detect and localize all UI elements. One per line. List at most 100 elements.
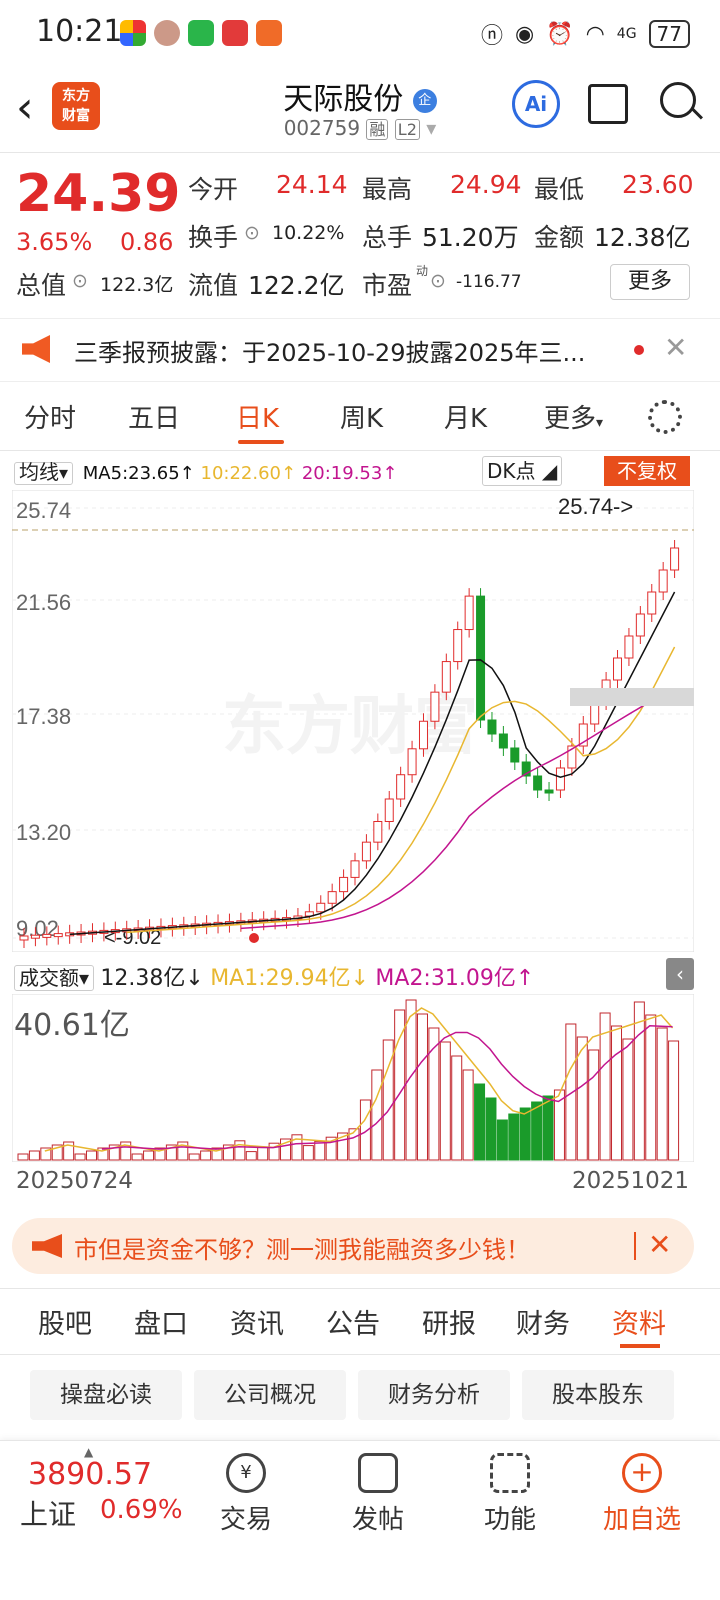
more-button[interactable]: 更多 [610,264,690,300]
open-label: 今开 [188,175,239,204]
close-icon[interactable]: ✕ [648,1228,671,1261]
candle-body [658,569,668,593]
volume-bar [17,1153,29,1161]
volume-bar [508,1113,520,1161]
tab-profile[interactable]: 资料 [612,1302,666,1341]
volume-bar [234,1140,246,1161]
collapse-side-icon[interactable]: ‹ [666,958,694,990]
battery-icon: 77 [648,20,690,48]
avatar-notification-icon [154,20,180,46]
financing-ad-banner[interactable]: 市但是资金不够？测一测我能融资多少钱！ ✕ [12,1218,694,1274]
volume-ma1: MA1:29.94亿↓ [210,966,370,991]
volume-bar [565,1023,577,1161]
low-label: 最低 [534,175,585,204]
volume-bar [462,1069,474,1161]
volume-bar [474,1083,486,1161]
trade-label: 交易 [219,1505,272,1535]
trade-button[interactable]: ¥ 交易 [186,1453,306,1536]
turnover-value: 10.22% [272,222,345,244]
amount-value: 12.38亿 [594,223,691,252]
volume-max-label: 40.61亿 [14,1008,130,1043]
volume-label: 总手 [362,223,413,252]
volume-bar [314,1140,326,1161]
status-bar: 10:21 ⓝ ◉ ⏰ ◠ 4G 77 [0,0,720,68]
alarm-icon: ⏰ [546,21,574,47]
megaphone-icon [32,1234,62,1258]
chip-financial-analysis[interactable]: 财务分析 [358,1370,510,1420]
high-label: 最高 [362,175,413,204]
volume-bar [656,1027,668,1161]
tab-orderbook[interactable]: 盘口 [134,1302,188,1341]
dk-point-button[interactable]: DK点 ◢ [482,456,563,486]
add-watchlist-label: 加自选 [602,1505,681,1535]
candle-body [373,821,383,843]
function-button[interactable]: 功能 [450,1453,570,1536]
change-percent: 3.65% [16,228,93,256]
stock-code: 002759 [283,116,361,140]
pe-superscript: 动 [416,264,429,278]
candle-body [555,767,565,791]
info-icon[interactable]: ⊙ [244,222,260,244]
info-tabs: 股吧 盘口 资讯 公告 研报 财务 资料 [0,1296,720,1352]
y-axis-label: 13.20 [16,820,71,845]
info-icon[interactable]: ⊙ [72,270,88,292]
volume-bar [496,1119,508,1161]
tabs-divider [0,450,720,451]
candle-body [635,613,645,637]
tab-weekly-k[interactable]: 周K [340,398,383,435]
tab-monthly-k[interactable]: 月K [444,398,487,435]
close-icon[interactable]: ✕ [664,331,687,364]
chip-shareholders[interactable]: 股本股东 [522,1370,674,1420]
float-label: 流值 [188,271,239,300]
ma-selector-label: 均线 [19,460,59,484]
tab-more[interactable]: 更多▾ [544,398,603,435]
candle-body [316,902,326,913]
post-button[interactable]: 发帖 [318,1453,438,1536]
candle-body [487,719,497,735]
header-divider [0,152,720,153]
volume-bar [645,1014,657,1161]
chevron-down-icon: ▾ [426,116,437,140]
tab-research[interactable]: 研报 [422,1302,476,1341]
speaker-icon [22,335,50,363]
wechat-icon [188,20,214,46]
info-icon[interactable]: ⊙ [430,270,446,292]
chip-must-read[interactable]: 操盘必读 [30,1370,182,1420]
candle-body [327,891,337,904]
status-right: ⓝ ◉ ⏰ ◠ 4G 77 [481,18,690,50]
index-value[interactable]: 3890.57 [28,1457,152,1492]
caret-up-icon: ▲ [84,1445,94,1459]
volume-bar [611,1025,623,1161]
tab-daily-k[interactable]: 日K [236,398,279,435]
function-label: 功能 [483,1505,536,1535]
stock-header: ‹ 东方 财富 天际股份 企 002759 融 L2 ▾ Ai [0,68,720,152]
date-start: 20250724 [16,1168,134,1194]
ma-selector[interactable]: 均线▾ [14,460,74,485]
volume-bar [519,1107,531,1161]
kline-chart[interactable]: 25.7421.5617.3813.209.02东方财富25.74-><-9.0… [12,490,694,952]
tab-five-day[interactable]: 五日 [128,398,180,435]
volume-selector[interactable]: 成交额▾ [14,965,95,991]
volume-bar [302,1145,314,1161]
settings-gear-icon[interactable] [648,400,682,434]
volume-bar [531,1101,543,1161]
volume-bar [485,1097,497,1161]
search-icon[interactable] [660,82,696,118]
add-watchlist-button[interactable]: + 加自选 [582,1453,702,1536]
y-axis-label: 25.74 [16,498,71,523]
tab-finance[interactable]: 财务 [516,1302,570,1341]
volume-bar [588,1049,600,1161]
tab-news[interactable]: 资讯 [230,1302,284,1341]
event-dot [249,933,259,943]
tab-intraday[interactable]: 分时 [24,398,76,435]
volume-bar [416,1013,428,1161]
mcap-label: 总值 [16,271,67,300]
share-icon[interactable] [588,84,628,124]
tab-guba[interactable]: 股吧 [38,1302,92,1341]
notice-bar[interactable]: 三季报预披露：于2025-10-29披露2025年三... ✕ [0,318,720,382]
volume-bar [131,1153,143,1161]
chip-company-overview[interactable]: 公司概况 [194,1370,346,1420]
tab-announcements[interactable]: 公告 [326,1302,380,1341]
no-adjust-button[interactable]: 不复权 [604,456,690,486]
ai-button[interactable]: Ai [512,80,560,128]
